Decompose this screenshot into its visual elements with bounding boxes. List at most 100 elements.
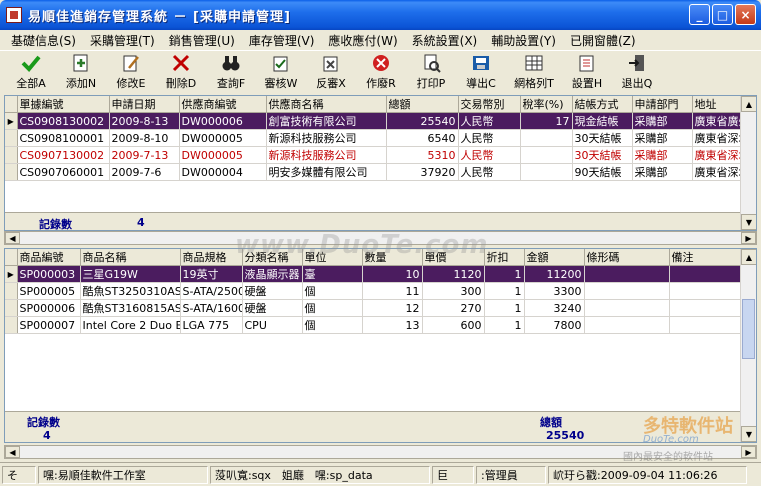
col-supplier-name[interactable]: 供應商名稱 [266, 96, 387, 113]
items-record-count-label: 記錄數 [27, 416, 60, 429]
col-unit[interactable]: 單位 [302, 249, 363, 266]
cell-amount: 3240 [524, 299, 585, 317]
void-button[interactable]: 作廢R [356, 51, 406, 91]
print-icon [421, 53, 441, 73]
cell-department: 采購部 [632, 163, 693, 181]
cell-category: CPU [242, 316, 303, 334]
cell-item-no: SP000006 [17, 299, 81, 317]
orders-horizontal-scrollbar[interactable]: ◀ ▶ [4, 231, 757, 245]
settings-button[interactable]: 設置H [562, 51, 612, 91]
col-unit-price[interactable]: 單價 [422, 249, 485, 266]
col-currency[interactable]: 交易幣別 [458, 96, 521, 113]
table-row[interactable]: SP000007 Intel Core 2 Duo E45 LGA 775 CP… [5, 316, 743, 334]
items-horizontal-scrollbar[interactable]: ◀ ▶ [4, 445, 757, 459]
exit-icon [627, 53, 647, 73]
minimize-button[interactable]: _ [689, 4, 710, 25]
cell-unit: 臺 [302, 265, 363, 283]
scroll-right-icon[interactable]: ▶ [741, 446, 756, 458]
col-barcode[interactable]: 條形碼 [584, 249, 670, 266]
table-row[interactable]: SP000005 酷魚ST3250310AS S-ATA/2500 硬盤 個 1… [5, 282, 743, 300]
table-row[interactable]: CS0907130002 2009-7-13 DW000005 新源科技服務公司… [5, 146, 743, 164]
menu-inventory[interactable]: 庫存管理(V) [242, 32, 322, 49]
items-vertical-scrollbar[interactable]: ▲ ▼ [740, 249, 756, 442]
col-total[interactable]: 總額 [386, 96, 459, 113]
scroll-left-icon[interactable]: ◀ [5, 446, 20, 458]
col-order-no[interactable]: 單據編號 [17, 96, 110, 113]
export-button-label: 導出C [466, 77, 496, 90]
edit-button[interactable]: 修改E [106, 51, 156, 91]
col-remarks[interactable]: 備注 [669, 249, 743, 266]
export-button[interactable]: 導出C [456, 51, 506, 91]
col-apply-date[interactable]: 申請日期 [109, 96, 180, 113]
cell-order-no: CS0907130002 [17, 146, 110, 164]
delete-button[interactable]: 刪除D [156, 51, 206, 91]
cell-department: 采購部 [632, 112, 693, 130]
col-item-name[interactable]: 商品名稱 [80, 249, 181, 266]
col-amount[interactable]: 金額 [524, 249, 585, 266]
scroll-down-icon[interactable]: ▼ [741, 214, 756, 230]
add-button-label: 添加N [65, 77, 97, 90]
col-department[interactable]: 申請部門 [632, 96, 693, 113]
menu-aux-settings[interactable]: 輔助設置(Y) [484, 32, 563, 49]
cell-discount: 1 [484, 282, 525, 300]
table-row[interactable]: CS0907060001 2009-7-6 DW000004 明安多媒體有限公司… [5, 163, 743, 181]
cell-quantity: 13 [362, 316, 423, 334]
col-item-no[interactable]: 商品編號 [17, 249, 81, 266]
row-indicator-header [5, 96, 18, 113]
scroll-up-icon[interactable]: ▲ [741, 249, 756, 265]
items-grid[interactable]: 商品編號 商品名稱 商品規格 分類名稱 單位 數量 單價 折扣 金額 條形碼 備… [4, 248, 757, 443]
cell-unit-price: 600 [422, 316, 485, 334]
cell-remarks [669, 316, 743, 334]
scroll-left-icon[interactable]: ◀ [5, 232, 20, 244]
col-quantity[interactable]: 數量 [362, 249, 423, 266]
table-row[interactable]: ▶ CS0908130002 2009-8-13 DW000006 創富技術有限… [5, 112, 743, 130]
maximize-button[interactable]: □ [712, 4, 733, 25]
search-button[interactable]: 查詢F [206, 51, 256, 91]
all-button[interactable]: 全部A [6, 51, 56, 91]
table-row[interactable]: ▶ SP000003 三星G19W 19英寸 液晶顯示器 臺 10 1120 1… [5, 265, 743, 283]
col-discount[interactable]: 折扣 [484, 249, 525, 266]
menu-basic-info[interactable]: 基礎信息(S) [4, 32, 83, 49]
menu-receivables[interactable]: 應收應付(W) [321, 32, 404, 49]
status-time: 岤玗ら戳:2009-09-04 11:06:26 [548, 465, 747, 484]
grid-columns-button-label: 網格列T [514, 77, 554, 90]
add-button[interactable]: 添加N [56, 51, 106, 91]
orders-vertical-scrollbar[interactable]: ▲ ▼ [740, 96, 756, 230]
row-indicator [5, 146, 18, 164]
col-item-spec[interactable]: 商品規格 [180, 249, 243, 266]
close-button[interactable]: × [735, 4, 756, 25]
menu-open-windows[interactable]: 已開窗體(Z) [563, 32, 643, 49]
col-payment-method[interactable]: 結帳方式 [572, 96, 633, 113]
table-row[interactable]: SP000006 酷魚ST3160815AS( S-ATA/1600 硬盤 個 … [5, 299, 743, 317]
col-tax-rate[interactable]: 稅率(%) [520, 96, 573, 113]
col-address[interactable]: 地址 [692, 96, 743, 113]
col-category[interactable]: 分類名稱 [242, 249, 303, 266]
cell-currency: 人民幣 [458, 112, 521, 130]
approve-button[interactable]: 審核W [256, 51, 306, 91]
cell-supplier-no: DW000004 [179, 163, 267, 181]
table-row[interactable]: CS0908100001 2009-8-10 DW000005 新源科技服務公司… [5, 129, 743, 147]
orders-grid[interactable]: 單據編號 申請日期 供應商編號 供應商名稱 總額 交易幣別 稅率(%) 結帳方式… [4, 95, 757, 231]
cell-currency: 人民幣 [458, 163, 521, 181]
scroll-thumb[interactable] [742, 299, 755, 359]
cell-remarks [669, 299, 743, 317]
cell-category: 硬盤 [242, 299, 303, 317]
cell-order-no: CS0908100001 [17, 129, 110, 147]
col-supplier-no[interactable]: 供應商編號 [179, 96, 267, 113]
menu-purchase[interactable]: 采購管理(T) [83, 32, 162, 49]
cell-payment-method: 30天結帳 [572, 146, 633, 164]
cell-item-no: SP000005 [17, 282, 81, 300]
scroll-down-icon[interactable]: ▼ [741, 426, 756, 442]
menu-system-settings[interactable]: 系統設置(X) [405, 32, 485, 49]
menu-sales[interactable]: 銷售管理(U) [162, 32, 242, 49]
scroll-right-icon[interactable]: ▶ [741, 232, 756, 244]
orders-footer: 記錄數 4 [5, 212, 742, 230]
exit-button[interactable]: 退出Q [612, 51, 662, 91]
scroll-up-icon[interactable]: ▲ [741, 96, 756, 112]
print-button[interactable]: 打印P [406, 51, 456, 91]
grid-columns-button[interactable]: 網格列T [506, 51, 562, 91]
unapprove-button[interactable]: 反審X [306, 51, 356, 91]
cell-category: 液晶顯示器 [242, 265, 303, 283]
cell-quantity: 10 [362, 265, 423, 283]
unapprove-icon [321, 53, 341, 73]
